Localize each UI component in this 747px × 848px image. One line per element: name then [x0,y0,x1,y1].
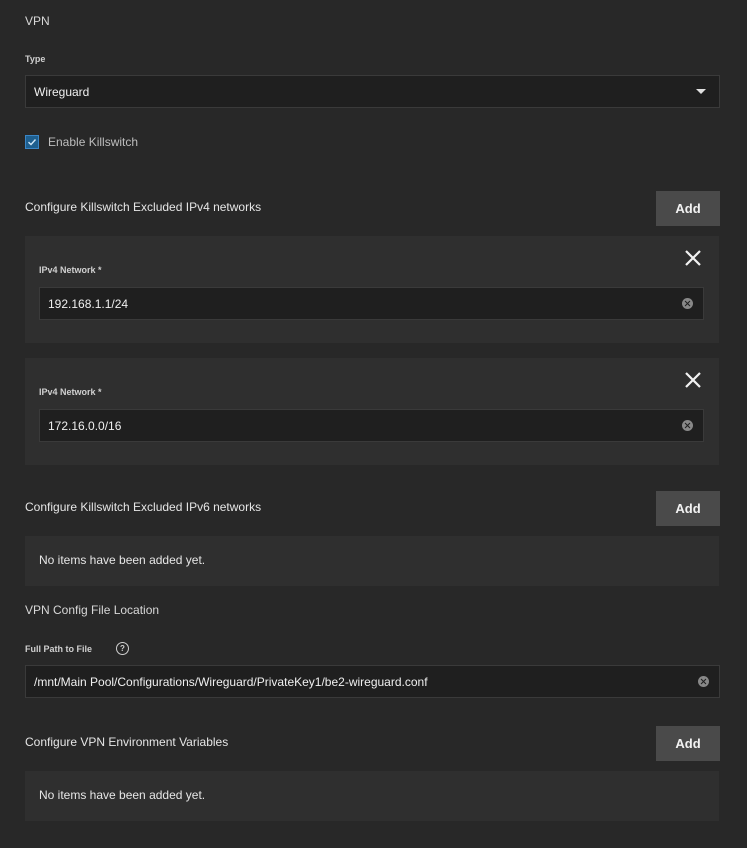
ipv4-item-2: IPv4 Network * 172.16.0.0/16 [25,358,719,465]
type-select-value: Wireguard [34,84,90,99]
ipv4-1-input[interactable]: 192.168.1.1/24 [39,287,704,320]
type-select[interactable]: Wireguard [25,75,720,108]
clear-icon[interactable] [682,420,693,431]
ipv6-empty-panel: No items have been added yet. [25,536,719,586]
type-label: Type [25,54,46,64]
path-label-row: Full Path to File ? [25,642,129,655]
path-input[interactable]: /mnt/Main Pool/Configurations/Wireguard/… [25,665,720,698]
env-vars-heading: Configure VPN Environment Variables [25,735,229,749]
dropdown-caret-icon [696,89,706,94]
add-ipv4-button[interactable]: Add [656,191,720,226]
env-vars-empty-text: No items have been added yet. [39,788,206,802]
ipv4-1-value: 192.168.1.1/24 [48,296,129,311]
ipv4-2-input[interactable]: 172.16.0.0/16 [39,409,704,442]
killswitch-checkbox[interactable] [25,135,39,149]
checkmark-icon [28,139,37,146]
ipv4-heading: Configure Killswitch Excluded IPv4 netwo… [25,200,262,214]
help-icon[interactable]: ? [116,642,129,655]
killswitch-label: Enable Killswitch [48,135,139,149]
ipv6-empty-text: No items have been added yet. [39,553,206,567]
ipv4-2-value: 172.16.0.0/16 [48,418,122,433]
remove-ipv4-2-icon[interactable] [684,371,702,389]
clear-icon[interactable] [698,676,709,687]
ipv4-2-label: IPv4 Network * [39,387,102,397]
env-vars-empty-panel: No items have been added yet. [25,771,719,821]
vpn-section-title: VPN [25,14,50,28]
ipv4-1-label: IPv4 Network * [39,265,102,275]
config-file-section-title: VPN Config File Location [25,603,160,617]
ipv6-heading: Configure Killswitch Excluded IPv6 netwo… [25,500,262,514]
add-env-var-button[interactable]: Add [656,726,720,761]
ipv4-item-1: IPv4 Network * 192.168.1.1/24 [25,236,719,343]
clear-icon[interactable] [682,298,693,309]
path-value: /mnt/Main Pool/Configurations/Wireguard/… [34,674,428,689]
path-label: Full Path to File [25,643,92,654]
killswitch-row[interactable]: Enable Killswitch [25,135,138,149]
add-ipv6-button[interactable]: Add [656,491,720,526]
remove-ipv4-1-icon[interactable] [684,249,702,267]
